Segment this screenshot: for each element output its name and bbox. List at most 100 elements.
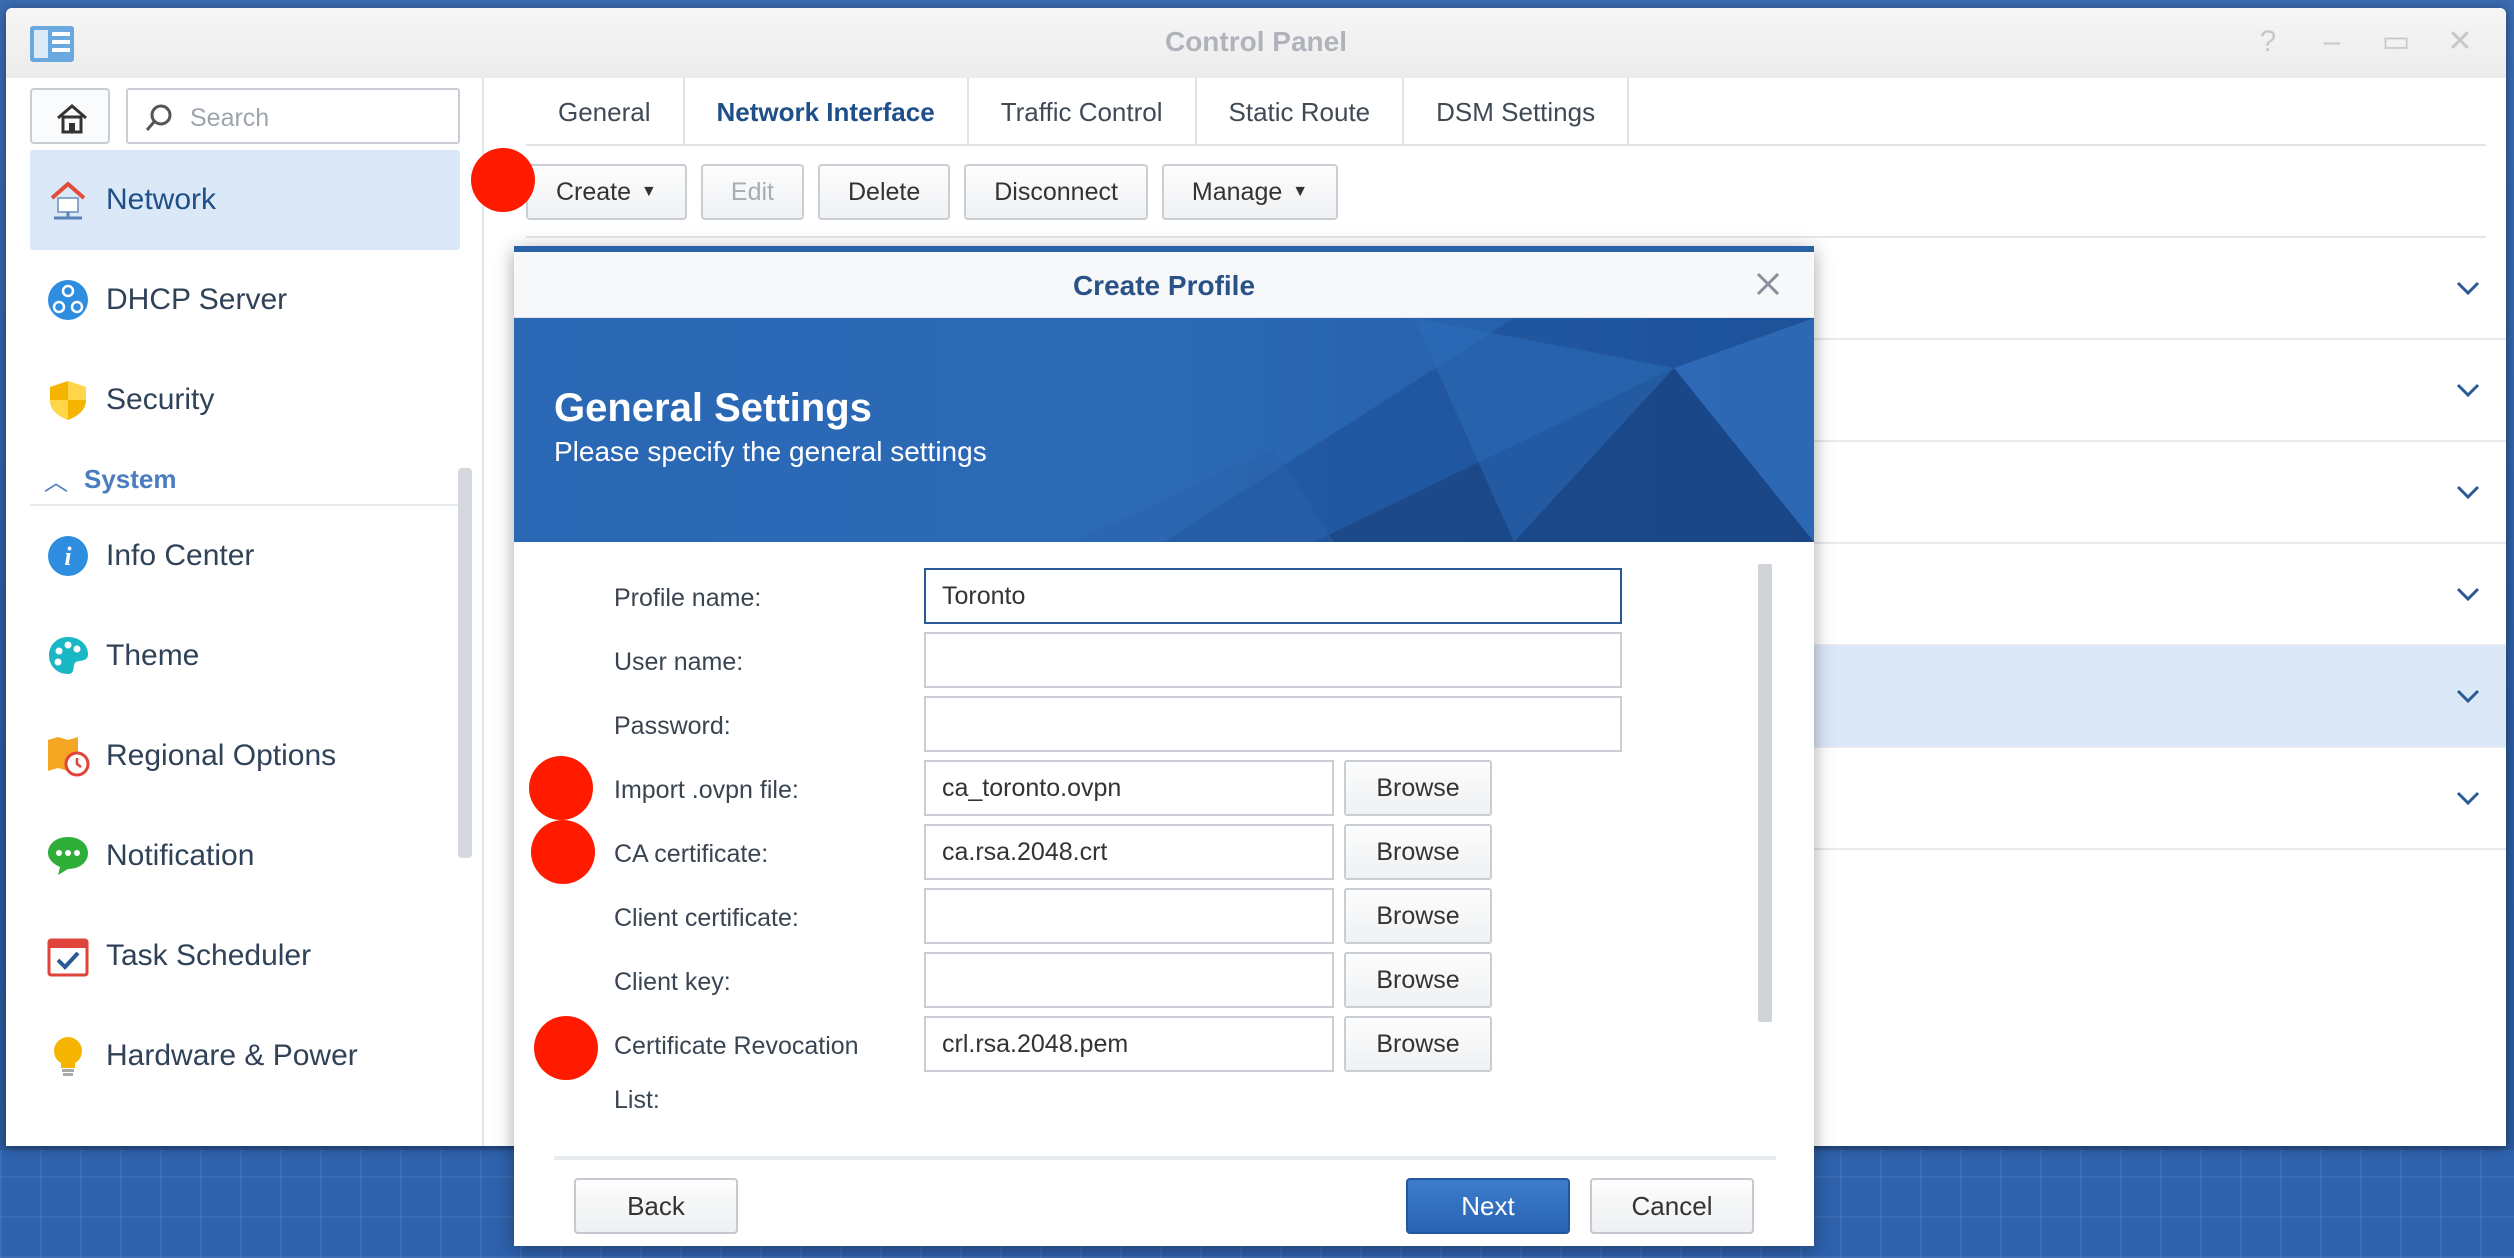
chevron-down-icon[interactable] — [2452, 782, 2484, 814]
delete-button[interactable]: Delete — [817, 164, 951, 220]
dhcp-icon — [48, 280, 88, 320]
chevron-down-icon[interactable] — [2452, 578, 2484, 610]
profile-name-label: Profile name: — [614, 584, 762, 612]
user-name-input[interactable] — [924, 632, 1622, 688]
caret-down-icon: ▼ — [1292, 183, 1309, 200]
crl-label-line2: List: — [614, 1086, 660, 1114]
import-ovpn-row: Import .ovpn file: ca_toronto.ovpn Brows… — [614, 760, 1614, 816]
manage-button[interactable]: Manage ▼ — [1161, 164, 1339, 220]
profile-form: Profile name: Toronto User name: Passwor… — [514, 542, 1814, 1152]
client-cert-browse-button[interactable]: Browse — [1344, 888, 1492, 944]
footer-divider — [554, 1156, 1776, 1160]
home-button[interactable] — [30, 88, 110, 144]
banner-title: General Settings — [554, 386, 872, 430]
chevron-down-icon[interactable] — [2452, 476, 2484, 508]
create-label: Create — [556, 177, 632, 206]
sidebar-scrollbar[interactable] — [458, 468, 472, 858]
sidebar-item-label: Notification — [106, 839, 255, 872]
maximize-icon[interactable]: ▭ — [2378, 24, 2414, 60]
svg-text:i: i — [64, 542, 72, 571]
tab-network-interface[interactable]: Network Interface — [685, 78, 969, 146]
edit-button[interactable]: Edit — [700, 164, 804, 220]
manage-label: Manage — [1191, 177, 1283, 206]
import-ovpn-label: Import .ovpn file: — [614, 776, 799, 804]
crl-input[interactable]: crl.rsa.2048.pem — [924, 1016, 1334, 1072]
sidebar-item-label: DHCP Server — [106, 283, 288, 316]
home-icon — [57, 104, 87, 134]
dialog-header[interactable]: Create Profile — [514, 252, 1814, 318]
sidebar-item-label: Info Center — [106, 539, 255, 572]
bulb-icon — [54, 1037, 82, 1076]
close-window-icon[interactable]: ✕ — [2442, 24, 2478, 60]
client-key-row: Client key: Browse — [614, 952, 1614, 1008]
sidebar-item-label: Hardware & Power — [106, 1039, 358, 1072]
sidebar-item-label: Regional Options — [106, 739, 337, 772]
password-label: Password: — [614, 712, 731, 740]
sidebar-list: Network DHCP Server Security ︿ System i … — [30, 150, 460, 1106]
profile-name-input[interactable]: Toronto — [924, 568, 1622, 624]
crl-row: Certificate Revocation List: crl.rsa.204… — [614, 1016, 1614, 1126]
chevron-down-icon[interactable] — [2452, 374, 2484, 406]
ca-cert-browse-button[interactable]: Browse — [1344, 824, 1492, 880]
network-icon — [50, 181, 86, 220]
sidebar-item-label: Task Scheduler — [106, 939, 312, 972]
back-button[interactable]: Back — [574, 1178, 738, 1234]
dialog-title: Create Profile — [1072, 270, 1256, 301]
ca-cert-input[interactable]: ca.rsa.2048.crt — [924, 824, 1334, 880]
info-icon: i — [48, 536, 88, 576]
sidebar-item-security[interactable]: Security — [30, 350, 460, 450]
user-name-row: User name: — [614, 632, 1622, 688]
search-input[interactable]: Search — [126, 88, 460, 144]
tab-static-route[interactable]: Static Route — [1197, 78, 1405, 146]
tab-dsm-settings[interactable]: DSM Settings — [1404, 78, 1630, 146]
create-button[interactable]: Create ▼ — [526, 164, 687, 220]
client-key-browse-button[interactable]: Browse — [1344, 952, 1492, 1008]
client-cert-input[interactable] — [924, 888, 1334, 944]
tab-traffic-control[interactable]: Traffic Control — [969, 78, 1197, 146]
help-icon[interactable]: ? — [2250, 24, 2286, 60]
sidebar-item-network[interactable]: Network — [30, 150, 460, 250]
annotation-marker — [529, 756, 593, 820]
dialog-banner: General Settings Please specify the gene… — [514, 318, 1814, 542]
chat-bubble-icon — [48, 837, 88, 875]
toolbar: Create ▼ Edit Delete Disconnect Manage ▼ — [526, 164, 1339, 220]
sidebar-group-system[interactable]: ︿ System — [30, 454, 460, 506]
password-row: Password: — [614, 696, 1622, 752]
import-ovpn-input[interactable]: ca_toronto.ovpn — [924, 760, 1334, 816]
import-ovpn-browse-button[interactable]: Browse — [1344, 760, 1492, 816]
sidebar-group-label: System — [84, 463, 177, 494]
sidebar-item-notification[interactable]: Notification — [30, 806, 460, 906]
sidebar-item-info-center[interactable]: i Info Center — [30, 506, 460, 606]
regional-icon — [48, 737, 90, 777]
next-button[interactable]: Next — [1406, 1178, 1570, 1234]
search-icon — [145, 104, 172, 131]
create-profile-dialog: Create Profile General Settings Please s… — [514, 246, 1814, 1246]
password-input[interactable] — [924, 696, 1622, 752]
dialog-scrollbar[interactable] — [1758, 564, 1772, 1022]
chevron-down-icon[interactable] — [2452, 680, 2484, 712]
sidebar-item-dhcp-server[interactable]: DHCP Server — [30, 250, 460, 350]
tab-general[interactable]: General — [526, 78, 685, 146]
disconnect-button[interactable]: Disconnect — [964, 164, 1148, 220]
user-name-label: User name: — [614, 648, 744, 676]
client-key-input[interactable] — [924, 952, 1334, 1008]
sidebar-item-theme[interactable]: Theme — [30, 606, 460, 706]
sidebar-item-task-scheduler[interactable]: Task Scheduler — [30, 906, 460, 1006]
crl-browse-button[interactable]: Browse — [1344, 1016, 1492, 1072]
shield-icon — [50, 381, 86, 420]
annotation-marker — [531, 820, 595, 884]
close-icon[interactable] — [1752, 268, 1784, 300]
cancel-button[interactable]: Cancel — [1590, 1178, 1754, 1234]
sidebar-item-regional-options[interactable]: Regional Options — [30, 706, 460, 806]
window-title: Control Panel — [1164, 26, 1347, 57]
caret-down-icon: ▼ — [641, 183, 657, 200]
client-key-label: Client key: — [614, 968, 731, 996]
banner-subtitle: Please specify the general settings — [554, 436, 987, 467]
minimize-icon[interactable]: – — [2314, 24, 2350, 60]
sidebar-item-hardware-power[interactable]: Hardware & Power — [30, 1006, 460, 1106]
title-bar[interactable]: Control Panel ? – ▭ ✕ — [6, 8, 2506, 78]
crl-label-line1: Certificate Revocation — [614, 1032, 859, 1060]
sidebar-item-label: Security — [106, 383, 215, 416]
profile-name-row: Profile name: Toronto — [614, 568, 1622, 624]
chevron-down-icon[interactable] — [2452, 272, 2484, 304]
